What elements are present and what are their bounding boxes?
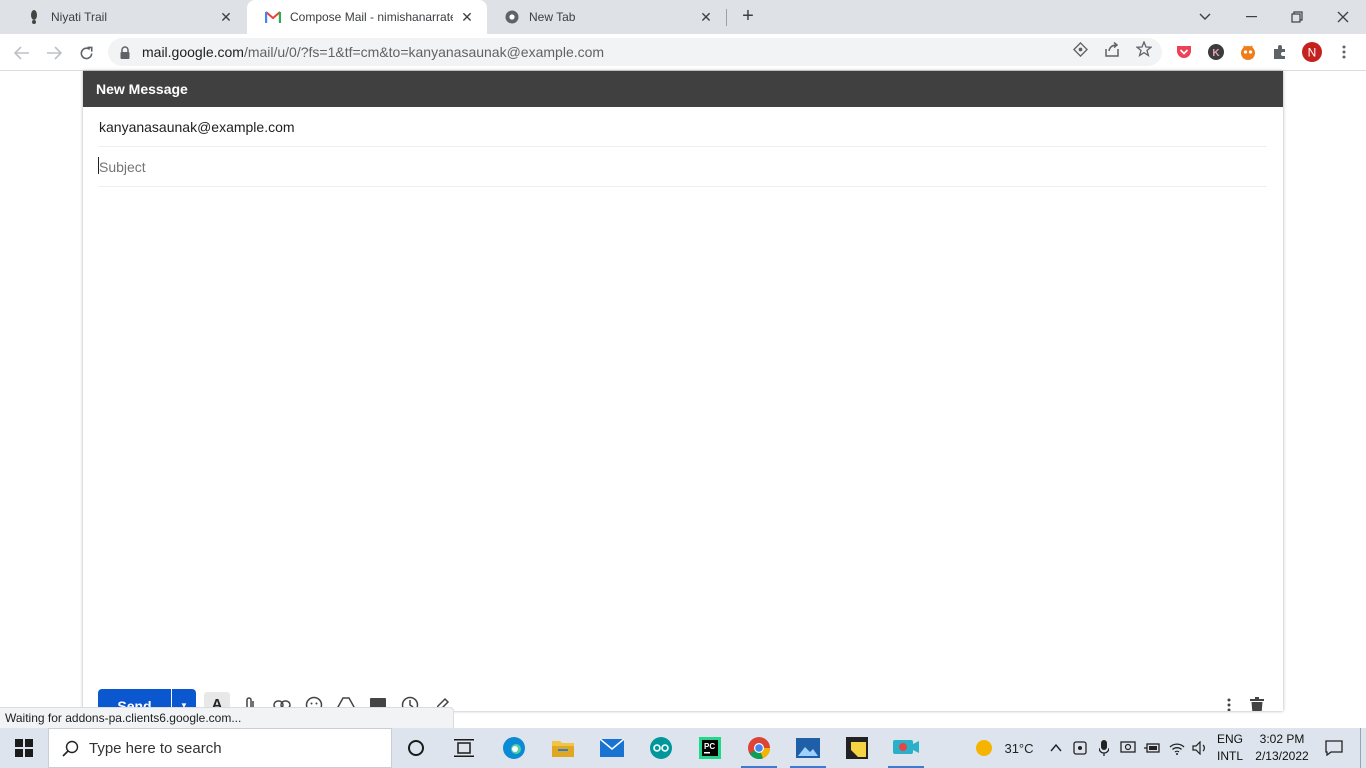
- battery-plug-icon[interactable]: [1142, 728, 1162, 768]
- chrome-icon: [504, 9, 520, 25]
- taskbar-clock[interactable]: 3:02 PM 2/13/2022: [1250, 731, 1314, 765]
- tab-title: Compose Mail - nimishanarrates@: [290, 10, 453, 24]
- discard-draft-trash-icon[interactable]: [1247, 695, 1267, 711]
- browser-toolbar: mail.google.com/mail/u/0/?fs=1&tf=cm&to=…: [0, 34, 1366, 71]
- arduino-icon[interactable]: [637, 728, 685, 768]
- honey-extension-icon[interactable]: [1238, 42, 1258, 62]
- file-explorer-icon[interactable]: [539, 728, 587, 768]
- back-arrow-icon[interactable]: [8, 39, 36, 67]
- url-text[interactable]: mail.google.com/mail/u/0/?fs=1&tf=cm&to=…: [142, 44, 604, 60]
- tab-title: Niyati Trail: [51, 10, 108, 24]
- address-bar[interactable]: mail.google.com/mail/u/0/?fs=1&tf=cm&to=…: [108, 38, 1162, 66]
- share-icon[interactable]: [1104, 41, 1120, 57]
- input-language-indicator[interactable]: ENG INTL: [1213, 731, 1247, 765]
- url-host: mail.google.com: [142, 44, 244, 60]
- minimize-icon[interactable]: [1228, 0, 1274, 34]
- tab-separator: [726, 9, 727, 26]
- lang-line-2: INTL: [1216, 749, 1243, 763]
- status-text: Waiting for addons-pa.clients6.google.co…: [5, 711, 242, 725]
- volume-speaker-icon[interactable]: [1190, 728, 1210, 768]
- notification-center-icon[interactable]: [1318, 728, 1350, 768]
- reload-icon[interactable]: [72, 39, 100, 67]
- task-view-icon[interactable]: [440, 728, 488, 768]
- extension-initial: K: [1212, 48, 1220, 59]
- chrome-taskbar-icon[interactable]: [735, 728, 783, 768]
- restore-icon[interactable]: [1274, 0, 1320, 34]
- text-caret: [98, 157, 99, 174]
- install-app-icon[interactable]: [1072, 41, 1088, 57]
- close-tab-icon[interactable]: ✕: [218, 9, 234, 25]
- tab-title: New Tab: [529, 10, 576, 24]
- forward-arrow-icon[interactable]: [40, 39, 68, 67]
- tab-new-tab[interactable]: New Tab ✕: [486, 0, 726, 34]
- gmail-icon: [265, 9, 281, 25]
- show-hidden-icons-chevron-icon[interactable]: [1046, 728, 1066, 768]
- pycharm-icon[interactable]: PC: [686, 728, 734, 768]
- status-bubble: Waiting for addons-pa.clients6.google.co…: [0, 707, 454, 728]
- screen-recorder-icon[interactable]: [882, 728, 930, 768]
- to-row[interactable]: kanyanasaunak@example.com: [99, 107, 1267, 147]
- compose-window: New Message kanyanasaunak@example.com Se…: [83, 71, 1283, 711]
- display-settings-icon[interactable]: [1118, 728, 1138, 768]
- bookmark-star-icon[interactable]: [1136, 41, 1152, 57]
- new-tab-button[interactable]: +: [736, 5, 760, 29]
- svg-text:PC: PC: [704, 742, 715, 751]
- clock-date: 2/13/2022: [1255, 749, 1309, 763]
- compose-title: New Message: [96, 81, 188, 97]
- wifi-icon[interactable]: [1166, 728, 1188, 768]
- subject-row[interactable]: [99, 147, 1267, 187]
- search-icon: [61, 739, 79, 757]
- compose-header: New Message: [83, 71, 1283, 107]
- extension-k-icon[interactable]: K: [1206, 42, 1226, 62]
- sticky-notes-icon[interactable]: [833, 728, 881, 768]
- puzzle-extensions-icon[interactable]: [1270, 42, 1290, 62]
- close-tab-icon[interactable]: ✕: [698, 9, 714, 25]
- close-tab-icon[interactable]: ✕: [459, 9, 475, 25]
- weather-temperature[interactable]: 31°C: [1000, 728, 1038, 768]
- lang-line-1: ENG: [1216, 732, 1243, 746]
- url-path: /mail/u/0/?fs=1&tf=cm&to=kanyanasaunak@e…: [243, 44, 605, 60]
- tab-compose-mail[interactable]: Compose Mail - nimishanarrates@ ✕: [247, 0, 487, 34]
- edge-browser-icon[interactable]: [490, 728, 538, 768]
- microphone-icon[interactable]: [1094, 728, 1114, 768]
- photos-app-icon[interactable]: [784, 728, 832, 768]
- taskbar-search-box[interactable]: Type here to search: [48, 728, 392, 768]
- meet-now-icon[interactable]: [1070, 728, 1090, 768]
- lock-icon[interactable]: [118, 45, 132, 59]
- tab-strip: Niyati Trail ✕ Compose Mail - nimishanar…: [0, 0, 1366, 34]
- show-desktop-button[interactable]: [1360, 728, 1366, 768]
- search-placeholder: Type here to search: [89, 739, 222, 757]
- cortana-icon[interactable]: [392, 728, 440, 768]
- more-menu-icon[interactable]: [1334, 42, 1354, 62]
- windows-start-icon[interactable]: [0, 728, 48, 768]
- profile-avatar[interactable]: N: [1302, 42, 1322, 62]
- profile-initial: N: [1308, 46, 1317, 60]
- weather-sun-icon[interactable]: [968, 728, 1000, 768]
- pocket-icon[interactable]: [1174, 42, 1194, 62]
- mail-app-icon[interactable]: [588, 728, 636, 768]
- windows-taskbar: Type here to search PC 31°C ENG INTL 3:0…: [0, 728, 1366, 768]
- footprint-icon: [26, 9, 42, 25]
- recipient-chip[interactable]: kanyanasaunak@example.com: [99, 119, 295, 135]
- clock-time: 3:02 PM: [1259, 732, 1305, 746]
- more-options-icon[interactable]: [1219, 695, 1239, 711]
- tab-niyati-trail[interactable]: Niyati Trail ✕: [8, 0, 246, 34]
- subject-input[interactable]: [99, 158, 1267, 175]
- close-window-icon[interactable]: [1320, 0, 1366, 34]
- tab-search-icon[interactable]: [1182, 0, 1228, 34]
